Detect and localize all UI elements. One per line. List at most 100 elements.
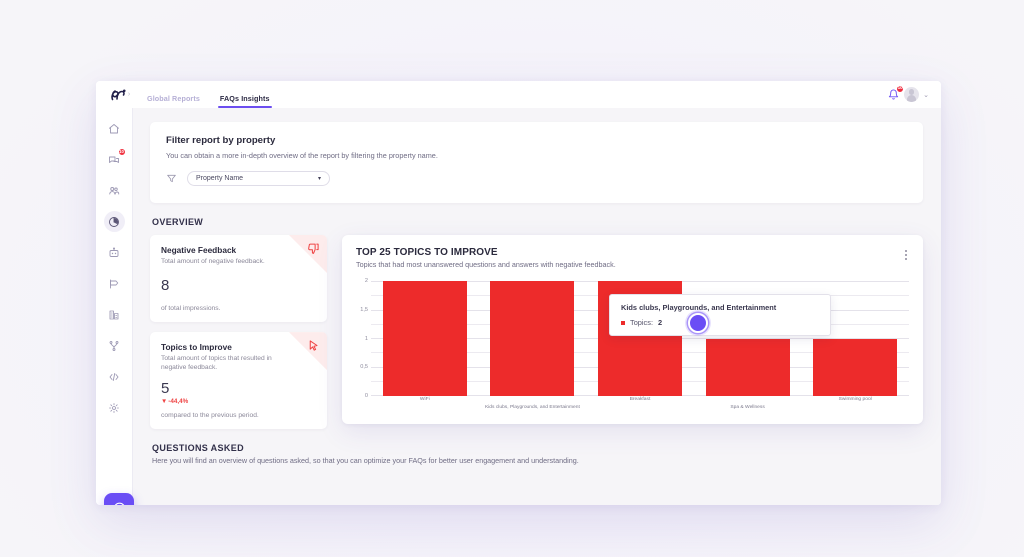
property-name-value: Property Name [196,175,243,182]
sidebar-item-properties[interactable] [104,304,125,325]
stat-description: Total amount of topics that resulted in … [161,354,283,372]
sidebar-item-guests[interactable] [104,180,125,201]
flow-icon [108,340,120,352]
x-axis-slot: WiFi [371,396,479,414]
legend-swatch-icon [621,321,625,325]
pie-chart-icon [108,216,120,228]
question-mark-icon [112,501,127,506]
sidebar-item-campaigns[interactable] [104,273,125,294]
funnel-icon [166,173,177,184]
megaphone-icon [108,278,120,290]
stat-title: Topics to Improve [161,342,316,352]
x-axis-tick: Swimming pool [839,397,872,402]
tooltip-series-value: 2 [658,318,662,327]
chart-bar[interactable] [813,339,897,397]
sidebar-item-reports[interactable] [104,211,125,232]
users-icon [108,185,120,197]
bar-chart: 0 0,5 1 1,5 2 WiFi Kids clubs, Playgrounds, a… [356,281,909,414]
stat-footer: compared to the previous period. [161,411,316,420]
app-body: 10 [96,108,941,505]
home-icon [108,123,120,135]
sidebar-item-settings[interactable] [104,397,125,418]
robot-icon [108,247,120,259]
chart-tooltip: Kids clubs, Playgrounds, and Entertainme… [609,294,831,336]
main-content: Filter report by property You can obtain… [133,108,941,505]
chat-icon [108,154,120,166]
delta-arrow-icon: ▼ [161,398,167,405]
gear-icon [108,402,120,414]
chart-card: TOP 25 TOPICS TO IMPROVE Topics that had… [342,235,923,424]
kebab-menu-icon[interactable] [903,247,909,263]
top-bar-actions: 10 ⌄ [886,87,941,102]
x-axis-slot: Spa & Wellness [694,396,802,414]
overview-heading: OVERVIEW [152,217,923,227]
notification-badge: 10 [896,85,904,93]
x-axis-tick: Kids clubs, Playgrounds, and Entertainme… [485,405,580,410]
top-tabs: Global Reports FAQs Insights [144,81,270,108]
x-axis-tick: WiFi [420,397,430,402]
app-logo[interactable]: › [96,81,144,108]
notifications-button[interactable]: 10 [886,88,900,102]
filter-description: You can obtain a more in-depth overview … [166,151,907,160]
stat-cards: Negative Feedback Total amount of negati… [150,235,327,429]
help-button[interactable] [104,493,134,505]
y-axis-tick: 1 [365,336,368,342]
questions-asked-heading: QUESTIONS ASKED [152,443,923,453]
y-axis-tick: 1,5 [360,307,368,313]
cursor-pointer-indicator [685,310,711,336]
stat-card-topics-to-improve: Topics to Improve Total amount of topics… [150,332,327,429]
chart-header: TOP 25 TOPICS TO IMPROVE Topics that had… [356,247,909,269]
stat-description: Total amount of negative feedback. [161,257,283,266]
code-icon [108,371,120,383]
filter-card: Filter report by property You can obtain… [150,122,923,203]
property-name-select[interactable]: Property Name ▾ [187,171,330,186]
building-icon [108,309,120,321]
overview-columns: Negative Feedback Total amount of negati… [150,235,923,429]
stat-delta: ▼ -44,4% [161,398,316,405]
tooltip-series-label: Topics: [630,318,653,327]
stat-value: 5 [161,381,316,396]
questions-asked-description: Here you will find an overview of questi… [152,456,923,465]
tooltip-title: Kids clubs, Playgrounds, and Entertainme… [621,303,820,312]
chart-bar[interactable] [383,281,467,396]
y-axis-tick: 0,5 [360,364,368,370]
sidebar-item-developers[interactable] [104,366,125,387]
stat-value: 8 [161,278,316,293]
y-axis-tick: 0 [365,393,368,399]
tab-faqs-insights[interactable]: FAQs Insights [220,86,270,108]
x-axis-tick: Spa & Wellness [730,405,764,410]
sidebar-item-workflows[interactable] [104,335,125,356]
sidebar-badge: 10 [118,148,126,156]
x-axis-slot: Swimming pool [801,396,909,414]
app-window: › Global Reports FAQs Insights 10 ⌄ [96,81,941,505]
sidebar-item-chatbot[interactable] [104,242,125,263]
delta-value: -44,4% [168,398,188,405]
x-axis-tick: Breakfast [630,397,651,402]
sidebar-item-home[interactable] [104,118,125,139]
bar-slot [371,281,479,396]
tooltip-series-row: Topics: 2 [621,318,820,327]
chevron-down-icon[interactable]: ⌄ [923,91,929,99]
y-axis-labels: 0 0,5 1 1,5 2 [356,281,370,396]
chart-header-text: TOP 25 TOPICS TO IMPROVE Topics that had… [356,247,616,269]
bar-slot [479,281,587,396]
top-bar: › Global Reports FAQs Insights 10 ⌄ [96,81,941,108]
questions-asked-section: QUESTIONS ASKED Here you will find an ov… [150,443,923,465]
logo-caret-icon: › [128,91,130,98]
stat-title: Negative Feedback [161,245,316,255]
sidebar: 10 [96,108,133,505]
tab-global-reports[interactable]: Global Reports [147,86,200,108]
avatar[interactable] [904,87,919,102]
y-axis-tick: 2 [365,278,368,284]
stat-footer: of total impressions. [161,304,316,313]
chart-subtitle: Topics that had most unanswered question… [356,260,616,269]
x-axis-slot: Kids clubs, Playgrounds, and Entertainme… [479,396,587,414]
chevron-down-icon: ▾ [318,175,321,182]
x-axis-slot: Breakfast [586,396,694,414]
x-axis-labels: WiFi Kids clubs, Playgrounds, and Enterta… [371,396,909,414]
chart-title: TOP 25 TOPICS TO IMPROVE [356,247,616,258]
sidebar-item-messages[interactable]: 10 [104,149,125,170]
chart-bar[interactable] [706,339,790,397]
chart-bar[interactable] [490,281,574,396]
logo-icon [110,88,126,102]
